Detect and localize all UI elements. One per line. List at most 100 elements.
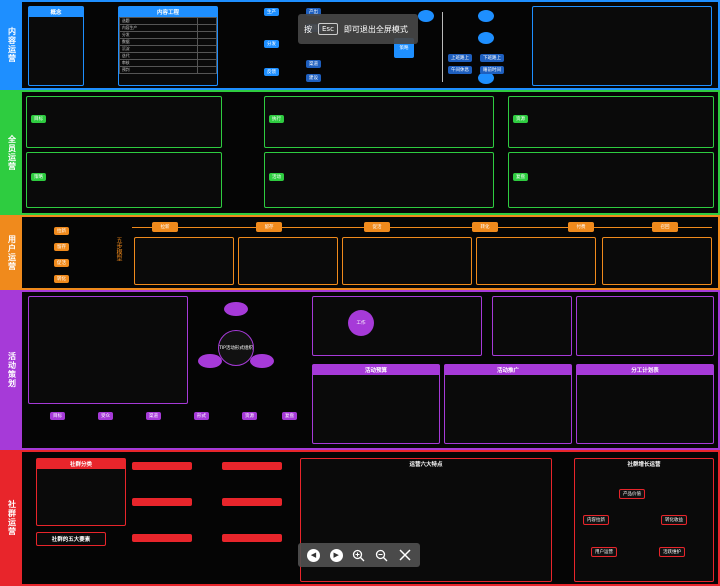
right-info-box — [532, 6, 712, 86]
close-icon — [399, 549, 411, 561]
toast-message: 即可退出全屏模式 — [343, 24, 408, 34]
chip-produce: 生产 — [264, 8, 279, 16]
green-box-6-title: 复盘 — [513, 173, 528, 181]
user-left-chip: 转化 — [54, 275, 69, 283]
flow-box — [312, 296, 482, 356]
section-label-content: 内容运营 — [2, 2, 22, 88]
next-button[interactable]: ▶ — [328, 547, 344, 563]
section-label-activity: 活动策划 — [2, 292, 22, 448]
budget-title: 活动预算 — [313, 365, 439, 375]
activity-bottom-chip: 复盘 — [282, 412, 297, 420]
activity-left-box — [28, 296, 188, 404]
close-button[interactable] — [397, 547, 413, 563]
user-box — [134, 237, 234, 285]
zoom-in-button[interactable] — [351, 547, 367, 563]
chip-build: 建设 — [306, 74, 321, 82]
time-chip: 睡前时间 — [480, 66, 504, 74]
row-label: 分发 — [119, 31, 198, 39]
time-chip: 上班路上 — [448, 54, 472, 62]
green-box-2: 策略 — [26, 152, 222, 208]
chip-distribute: 分发 — [264, 40, 279, 48]
five-step-label: 五步模型 — [115, 237, 122, 261]
flow-node — [478, 32, 494, 44]
five-elements-box: 社群的五大要素 — [36, 532, 106, 546]
chevron-right-icon: ▶ — [329, 548, 343, 562]
zoom-out-icon — [376, 549, 388, 561]
image-viewer-toolbar: ◀ ▶ — [298, 543, 420, 567]
cycle-node: 内容拉新 — [583, 515, 609, 525]
social-growth-title: 社群增长运营 — [627, 462, 661, 468]
step-node: 促活 — [364, 222, 390, 232]
time-chip: 午间休息 — [448, 66, 472, 74]
green-box-5: 资源 — [508, 96, 714, 148]
cycle-node: 用户运营 — [591, 547, 617, 557]
user-box — [342, 237, 472, 285]
tip-node — [224, 302, 248, 316]
green-box-5-title: 资源 — [513, 115, 528, 123]
five-elements-title: 社群的五大要素 — [51, 537, 91, 543]
section-label-user: 用户运营 — [2, 217, 22, 288]
purple-right-box — [576, 296, 714, 356]
concept-text — [29, 17, 83, 77]
green-box-3-title: 执行 — [269, 115, 284, 123]
tip-center-node: TIP活动形式组织 — [218, 330, 254, 366]
six-features-title: 运营六大特点 — [409, 462, 443, 468]
social-class-table: 社群分类 — [36, 458, 126, 526]
time-chip: 下班路上 — [480, 54, 504, 62]
section-user: 用户运营 拉新 留存 促活 转化 五步模型 拉新 留存 促活 转化 付费 召回 — [0, 215, 720, 290]
flow-node — [418, 10, 434, 22]
step-node: 转化 — [472, 222, 498, 232]
chip-channel: 渠道 — [306, 60, 321, 68]
step-node: 拉新 — [152, 222, 178, 232]
user-left-chip: 留存 — [54, 243, 69, 251]
section-all-staff: 全员运营 目标 策略 执行 活动 资源 复盘 — [0, 90, 720, 215]
budget-table: 活动预算 — [312, 364, 440, 444]
green-box-1-title: 目标 — [31, 115, 46, 123]
user-box — [238, 237, 338, 285]
social-red-chip — [132, 498, 192, 506]
section-label-all-staff: 全员运营 — [2, 92, 22, 213]
activity-bottom-chip: 目标 — [50, 412, 65, 420]
content-table: 内容工程 选题 内容生产 分发 数据 沉淀 迭代 审核 预判 — [118, 6, 218, 86]
chevron-left-icon: ◀ — [306, 548, 320, 562]
work-node: 工作 — [348, 310, 374, 336]
prev-button[interactable]: ◀ — [305, 547, 321, 563]
zoom-out-button[interactable] — [374, 547, 390, 563]
content-table-title: 内容工程 — [119, 7, 217, 17]
social-red-chip — [222, 462, 282, 470]
green-box-4: 活动 — [264, 152, 494, 208]
fullscreen-exit-toast: 按 Esc 即可退出全屏模式 — [298, 14, 418, 44]
plan-title: 分工计划表 — [577, 365, 713, 375]
step-node: 留存 — [256, 222, 282, 232]
green-box-3: 执行 — [264, 96, 494, 148]
cycle-node: 活跃维护 — [659, 547, 685, 557]
section-activity: 活动策划 TIP活动形式组织 工作 活动预算 活动推广 分工计划表 目标 受众 … — [0, 290, 720, 450]
user-box — [476, 237, 596, 285]
cycle-node: 产品价值 — [619, 489, 645, 499]
row-label: 内容生产 — [119, 24, 198, 32]
zoom-in-icon — [353, 549, 365, 561]
activity-bottom-chip: 资源 — [242, 412, 257, 420]
social-red-chip — [222, 498, 282, 506]
flow-node — [478, 10, 494, 22]
row-label: 沉淀 — [119, 45, 198, 53]
tip-node — [198, 354, 222, 368]
purple-mid-box — [492, 296, 572, 356]
green-box-1: 目标 — [26, 96, 222, 148]
right-info-text — [533, 7, 711, 9]
section-label-social: 社群运营 — [2, 452, 22, 584]
cycle-node: 转化收益 — [661, 515, 687, 525]
user-left-chip: 拉新 — [54, 227, 69, 235]
row-label: 选题 — [119, 17, 198, 25]
green-box-4-title: 活动 — [269, 173, 284, 181]
activity-bottom-chip: 渠道 — [146, 412, 161, 420]
esc-key: Esc — [318, 23, 338, 35]
row-label: 审核 — [119, 59, 198, 67]
social-class-title: 社群分类 — [37, 459, 125, 469]
toast-pre-text: 按 — [304, 24, 312, 34]
green-box-6: 复盘 — [508, 152, 714, 208]
promo-table: 活动推广 — [444, 364, 572, 444]
tip-node — [250, 354, 274, 368]
plan-table: 分工计划表 — [576, 364, 714, 444]
activity-bottom-chip: 受众 — [98, 412, 113, 420]
